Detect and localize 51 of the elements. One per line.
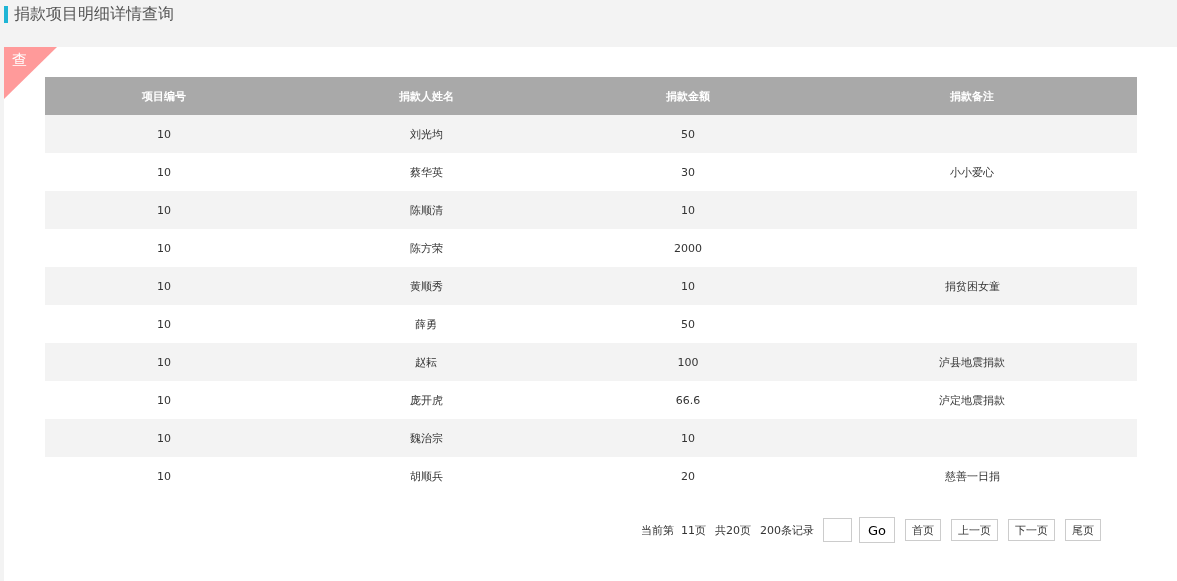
pagination-button[interactable]: 下一页 [1008, 519, 1055, 541]
table-cell: 30 [681, 165, 695, 179]
table-cell: 刘光均 [409, 127, 443, 141]
table-cell: 慈善一日捐 [944, 469, 1000, 483]
table-cell: 10 [157, 393, 171, 407]
pagination-button[interactable]: 尾页 [1065, 519, 1101, 541]
table-cell: 胡顺兵 [409, 469, 443, 483]
table-cell: 10 [157, 279, 171, 293]
table-cell: 蔡华英 [409, 165, 443, 179]
page-title: 捐款项目明细详情查询 [14, 4, 174, 24]
table-cell: 10 [157, 469, 171, 483]
column-header: 捐款备注 [807, 77, 1137, 115]
table-cell: 魏治宗 [409, 431, 443, 445]
table-cell: 庞开虎 [409, 393, 443, 407]
table-cell: 泸县地震捐款 [939, 355, 1005, 369]
current-page-text: 当前第 11页 [640, 522, 706, 538]
column-header: 项目编号 [45, 77, 283, 115]
column-header: 捐款人姓名 [283, 77, 569, 115]
title-accent-bar [4, 6, 8, 23]
table-cell: 66.6 [675, 393, 701, 407]
table-cell: 10 [157, 203, 171, 217]
page-input[interactable] [822, 518, 852, 542]
table-cell: 小小爱心 [950, 165, 994, 179]
table-cell: 50 [681, 127, 695, 141]
table-cell: 10 [681, 279, 695, 293]
table-cell: 10 [157, 431, 171, 445]
table-cell: 10 [157, 127, 171, 141]
table-cell: 10 [681, 203, 695, 217]
go-button[interactable]: Go [858, 517, 895, 543]
table-cell: 捐贫困女童 [944, 279, 1000, 293]
table-cell: 泸定地震捐款 [939, 393, 1005, 407]
pagination-button[interactable]: 上一页 [951, 519, 998, 541]
table-cell: 黄顺秀 [409, 279, 443, 293]
corner-label: 查 [12, 51, 27, 69]
page-count-text: 共20页 [714, 522, 751, 538]
table-cell: 陈方荣 [409, 241, 443, 255]
table-cell: 10 [157, 355, 171, 369]
table-cell: 2000 [674, 241, 702, 255]
table-cell: 陈顺清 [409, 203, 443, 217]
column-header: 捐款金额 [569, 77, 807, 115]
pagination-button[interactable]: 首页 [905, 519, 941, 541]
table-cell: 10 [157, 317, 171, 331]
table-cell: 20 [681, 469, 695, 483]
table-cell: 10 [681, 431, 695, 445]
table-cell: 薛勇 [415, 317, 437, 331]
table-cell: 10 [157, 241, 171, 255]
record-count-text: 200条记录 [759, 522, 814, 538]
table-cell: 赵耘 [415, 355, 437, 369]
table-cell: 50 [681, 317, 695, 331]
table-cell: 10 [157, 165, 171, 179]
table-cell: 100 [677, 355, 699, 369]
